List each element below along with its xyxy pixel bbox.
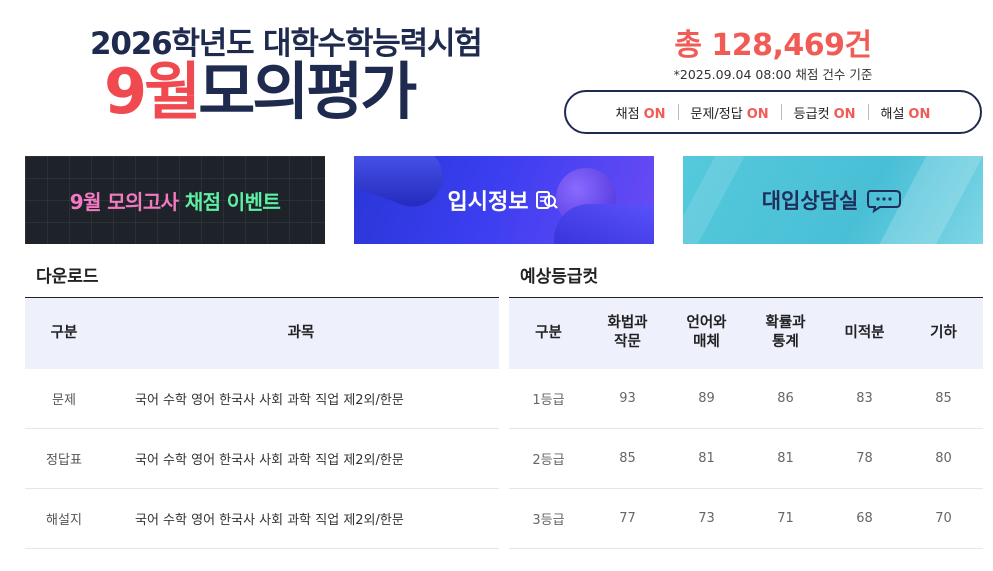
subject-links[interactable]: 국어 수학 영어 한국사 사회 과학 직업 제2외/한문 xyxy=(103,488,499,549)
table-row: 1등급 93 89 86 83 85 xyxy=(509,368,983,429)
chat-bubble-icon xyxy=(867,190,902,213)
grade-cut-section-title: 예상등급컷 xyxy=(520,267,599,287)
table-row: 2등급 85 81 81 78 80 xyxy=(509,428,983,489)
column-header: 미적분 xyxy=(825,297,904,369)
row-category: 해설지 xyxy=(25,488,103,549)
column-header: 확률과 통계 xyxy=(746,297,825,369)
title-rest: 모의평가 xyxy=(198,55,417,128)
status-on-badge: ON xyxy=(746,106,769,122)
grade-cut-value: 68 xyxy=(825,488,904,549)
status-explanation: 해설 ON xyxy=(869,103,943,122)
scoring-event-banner[interactable]: 9월 모의고사 채점 이벤트 xyxy=(25,156,325,244)
grade-label: 1등급 xyxy=(509,368,588,429)
banner-label-wrap: 대입상담실 xyxy=(762,185,905,215)
decor-shape xyxy=(354,156,451,216)
grade-label: 3등급 xyxy=(509,488,588,549)
grade-cut-table: 구분 화법과 작문 언어와 매체 확률과 통계 미적분 기하 1등급 93 89… xyxy=(509,297,983,549)
page-title: 9월모의평가 xyxy=(104,52,417,132)
table-row: 해설지 국어 수학 영어 한국사 사회 과학 직업 제2외/한문 xyxy=(25,488,499,549)
column-header: 구분 xyxy=(25,297,103,369)
status-scoring: 채점 ON xyxy=(604,103,678,122)
status-grade-cut: 등급컷 ON xyxy=(782,103,868,122)
grade-cut-value: 78 xyxy=(825,428,904,489)
grade-cut-value: 85 xyxy=(904,368,983,429)
grade-cut-value: 81 xyxy=(746,428,825,489)
service-status-bar: 채점 ON 문제/정답 ON 등급컷 ON 해설 ON xyxy=(564,90,982,134)
grade-cut-value: 86 xyxy=(746,368,825,429)
table-row: 정답표 국어 수학 영어 한국사 사회 과학 직업 제2외/한문 xyxy=(25,428,499,489)
grade-cut-value: 80 xyxy=(904,428,983,489)
column-header: 화법과 작문 xyxy=(588,297,667,369)
grade-cut-value: 83 xyxy=(825,368,904,429)
grade-cut-value: 73 xyxy=(667,488,746,549)
total-count: 총 128,469건 xyxy=(674,28,872,63)
grade-cut-value: 70 xyxy=(904,488,983,549)
column-header: 구분 xyxy=(509,297,588,369)
counseling-banner[interactable]: 대입상담실 xyxy=(683,156,983,244)
row-category: 정답표 xyxy=(25,428,103,489)
grade-cut-value: 93 xyxy=(588,368,667,429)
table-header-row: 구분 과목 xyxy=(25,297,499,369)
status-label: 문제/정답 xyxy=(690,106,743,122)
subject-links[interactable]: 국어 수학 영어 한국사 사회 과학 직업 제2외/한문 xyxy=(103,428,499,489)
subject-links[interactable]: 국어 수학 영어 한국사 사회 과학 직업 제2외/한문 xyxy=(103,368,499,429)
banner-label: 9월 모의고사 채점 이벤트 xyxy=(69,186,281,215)
table-row: 3등급 77 73 71 68 70 xyxy=(509,488,983,549)
banner-label-part1: 9월 모의고사 xyxy=(69,189,179,214)
column-header: 과목 xyxy=(103,297,499,369)
grade-cut-value: 85 xyxy=(588,428,667,489)
grade-label: 2등급 xyxy=(509,428,588,489)
table-header-row: 구분 화법과 작문 언어와 매체 확률과 통계 미적분 기하 xyxy=(509,297,983,369)
status-label: 채점 xyxy=(615,106,640,122)
banner-label-wrap: 입시정보 xyxy=(448,184,561,216)
table-row: 문제 국어 수학 영어 한국사 사회 과학 직업 제2외/한문 xyxy=(25,368,499,429)
count-basis-note: *2025.09.04 08:00 채점 건수 기준 xyxy=(673,67,873,82)
grade-cut-value: 71 xyxy=(746,488,825,549)
decor-shape xyxy=(683,156,753,244)
grade-cut-value: 81 xyxy=(667,428,746,489)
status-label: 해설 xyxy=(880,106,905,122)
column-header: 기하 xyxy=(904,297,983,369)
status-on-badge: ON xyxy=(833,106,856,122)
download-section-title: 다운로드 xyxy=(36,267,99,287)
status-answers: 문제/정답 ON xyxy=(679,103,781,122)
download-table: 구분 과목 문제 국어 수학 영어 한국사 사회 과학 직업 제2외/한문 정답… xyxy=(25,297,499,549)
banner-label-part2: 채점 이벤트 xyxy=(184,189,281,214)
magnifier-document-icon xyxy=(536,191,559,209)
banner-label: 입시정보 xyxy=(447,190,529,215)
title-accent: 9월 xyxy=(104,55,201,128)
decor-shape xyxy=(554,204,654,244)
admission-info-banner[interactable]: 입시정보 xyxy=(354,156,654,244)
status-label: 등급컷 xyxy=(793,106,830,122)
status-on-badge: ON xyxy=(908,106,931,122)
banner-label: 대입상담실 xyxy=(761,189,859,213)
grade-cut-value: 77 xyxy=(588,488,667,549)
grade-cut-value: 89 xyxy=(667,368,746,429)
column-header: 언어와 매체 xyxy=(667,297,746,369)
row-category: 문제 xyxy=(25,368,103,429)
status-on-badge: ON xyxy=(643,106,666,122)
